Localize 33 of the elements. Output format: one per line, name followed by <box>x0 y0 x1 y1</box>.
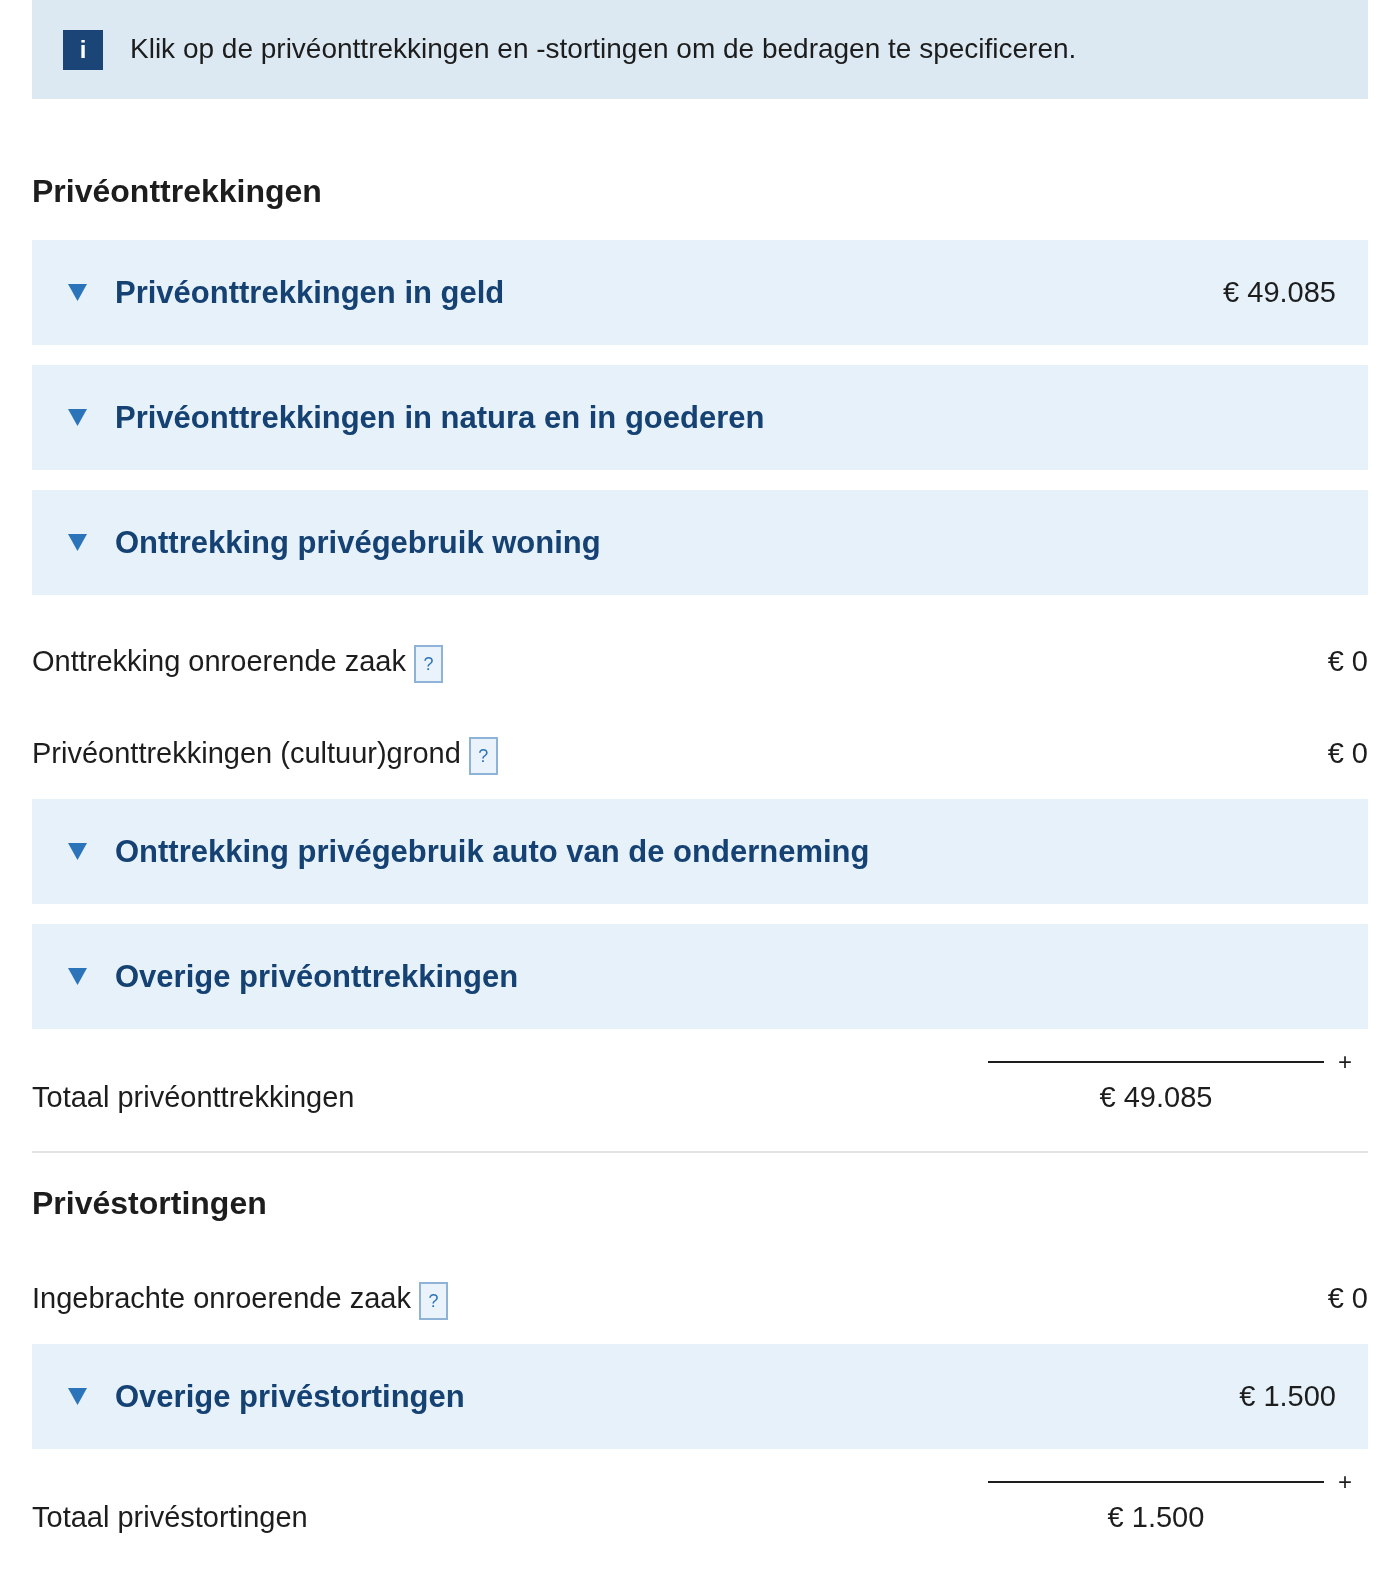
field-label: Onttrekking onroerende zaak <box>32 644 406 678</box>
amount-text: € 49.085 <box>1223 276 1336 309</box>
accordion-header[interactable]: Overige privéstortingen € 1.500 <box>32 1344 1368 1449</box>
plus-sign: + <box>1337 1469 1352 1495</box>
accordion-header[interactable]: Onttrekking privégebruik auto van de onderneming <box>32 799 1368 904</box>
help-button[interactable]: ? <box>418 1282 448 1320</box>
total-amount: € 49.085 <box>1099 1080 1213 1114</box>
total-label: Totaal privéonttrekkingen <box>32 1080 355 1114</box>
amount-text: € 0 <box>1327 644 1368 678</box>
total-amount: € 1.500 <box>1107 1500 1205 1534</box>
caret-icon <box>68 284 87 301</box>
caret-icon <box>68 843 87 860</box>
accordion-header[interactable]: Onttrekking privégebruik woning <box>32 490 1368 595</box>
field-label: Ingebrachte onroerende zaak <box>32 1281 411 1315</box>
section-heading: Privéonttrekkingen <box>32 172 323 211</box>
amount-text: € 0 <box>1327 1281 1368 1315</box>
caret-icon <box>68 409 87 426</box>
plus-sign: + <box>1337 1049 1352 1075</box>
accordion-header[interactable]: Overige privéonttrekkingen <box>32 924 1368 1029</box>
section-heading: Privéstortingen <box>32 1184 268 1223</box>
caret-icon <box>68 1388 87 1405</box>
field-label: Privéonttrekkingen (cultuur)grond <box>32 736 461 770</box>
caret-icon <box>68 534 87 551</box>
accordion-header[interactable]: Privéonttrekkingen in geld € 49.085 <box>32 240 1368 345</box>
accordion-header[interactable]: Privéonttrekkingen in natura en in goederen <box>32 365 1368 470</box>
total-label: Totaal privéstortingen <box>32 1500 308 1534</box>
help-button[interactable]: ? <box>468 737 498 775</box>
help-button[interactable]: ? <box>414 645 443 683</box>
info-icon: i <box>63 29 103 70</box>
banner-text: Klik op de privéonttrekkingen en -stortingen om de bedragen te specificeren. <box>130 32 1077 67</box>
amount-text: € 1.500 <box>1239 1380 1336 1413</box>
amount-text: € 0 <box>1327 736 1368 770</box>
caret-icon <box>68 968 87 985</box>
